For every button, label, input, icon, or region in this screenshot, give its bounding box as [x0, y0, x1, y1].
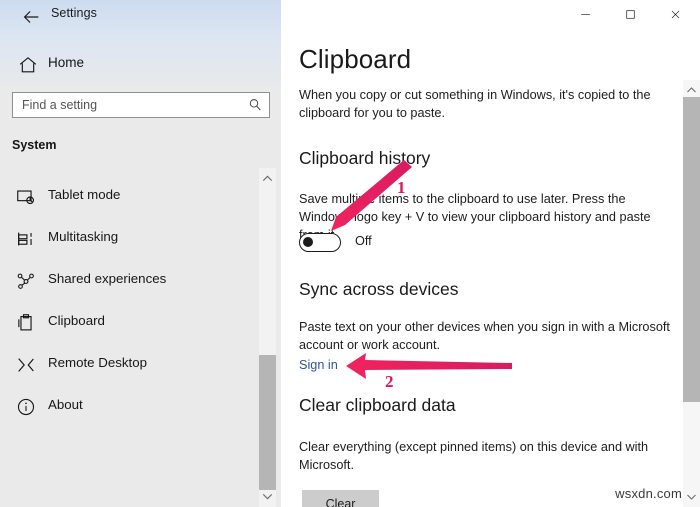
sidebar-item-remote-desktop-label: Remote Desktop [48, 355, 148, 370]
search-icon[interactable] [247, 97, 263, 113]
page-title: Clipboard [299, 44, 412, 74]
settings-main-panel: Clipboard When you copy or cut something… [281, 0, 700, 507]
clear-button[interactable]: Clear [302, 490, 379, 507]
sign-in-link[interactable]: Sign in [299, 358, 338, 372]
clipboard-history-toggle[interactable] [299, 233, 341, 252]
sidebar-item-shared-experiences-label: Shared experiences [48, 271, 167, 286]
clipboard-icon [15, 312, 37, 334]
main-scrollbar-thumb[interactable] [683, 97, 700, 402]
page-description: When you copy or cut something in Window… [299, 88, 651, 120]
sidebar-item-about-label: About [48, 397, 83, 412]
close-icon[interactable] [653, 0, 698, 28]
sidebar-item-multitasking[interactable]: Multitasking [0, 224, 258, 266]
sidebar-item-shared-experiences[interactable]: Shared experiences [0, 266, 258, 308]
sidebar-item-home[interactable]: Home [0, 50, 281, 80]
section-heading-clear-clipboard-data: Clear clipboard data [299, 395, 456, 415]
tablet-mode-icon [15, 186, 37, 208]
settings-window: Settings Home System [0, 0, 700, 507]
back-arrow-icon[interactable] [18, 6, 44, 28]
sidebar-scrollbar-up-chevron-up-icon[interactable] [259, 170, 276, 187]
settings-sidebar: Settings Home System [0, 0, 281, 507]
toggle-knob [303, 237, 313, 247]
watermark: wsxdn.com [615, 486, 682, 501]
section-description-clear-clipboard-data: Clear everything (except pinned items) o… [299, 440, 649, 472]
section-heading-sync-across-devices: Sync across devices [299, 279, 459, 299]
sidebar-item-multitasking-label: Multitasking [48, 229, 119, 244]
sidebar-item-clipboard-label: Clipboard [48, 313, 105, 328]
sidebar-item-tablet-mode[interactable]: Tablet mode [0, 182, 258, 224]
sidebar-item-clipboard[interactable]: Clipboard [0, 308, 258, 350]
minimize-icon[interactable] [563, 0, 608, 28]
section-description-sync-across-devices: Paste text on your other devices when yo… [299, 320, 670, 352]
shared-experiences-icon [15, 270, 37, 292]
multitasking-icon [15, 228, 37, 250]
sidebar-item-about[interactable]: About [0, 392, 258, 434]
window-titlebar: Settings [0, 0, 281, 34]
main-scrollbar[interactable] [683, 80, 700, 507]
sidebar-nav-list: Tablet mode Multitasking Shared experien… [0, 182, 258, 434]
home-icon [17, 54, 39, 76]
sidebar-item-home-label: Home [48, 55, 85, 70]
section-heading-clipboard-history: Clipboard history [299, 148, 431, 168]
sidebar-scrollbar[interactable] [259, 168, 276, 507]
maximize-icon[interactable] [608, 0, 653, 28]
sidebar-scrollbar-down-chevron-down-icon[interactable] [259, 488, 276, 505]
sidebar-item-remote-desktop[interactable]: Remote Desktop [0, 350, 258, 392]
remote-desktop-icon [15, 354, 37, 376]
main-scrollbar-down-chevron-down-icon[interactable] [683, 489, 700, 505]
sidebar-item-tablet-mode-label: Tablet mode [48, 187, 121, 202]
window-controls [560, 0, 700, 28]
search-input[interactable] [13, 93, 243, 117]
info-circle-icon [15, 396, 37, 418]
sidebar-group-label: System [12, 138, 57, 152]
clipboard-history-toggle-state: Off [355, 234, 372, 248]
sidebar-scrollbar-thumb[interactable] [259, 355, 276, 490]
main-scrollbar-up-chevron-up-icon[interactable] [683, 82, 700, 98]
search-box[interactable] [12, 92, 270, 118]
window-title: Settings [51, 6, 97, 20]
